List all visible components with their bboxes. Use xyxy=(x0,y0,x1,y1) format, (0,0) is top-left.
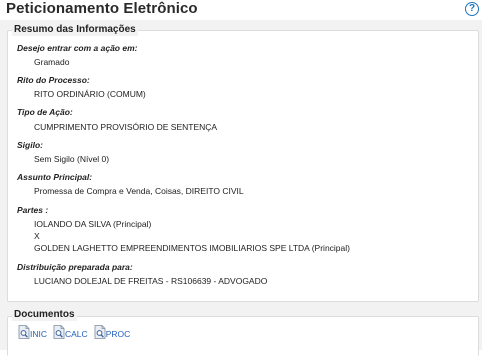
main-area: Resumo das Informações Desejo entrar com… xyxy=(0,20,482,356)
field-label-assunto: Assunto Principal: xyxy=(17,172,93,182)
document-link-inic[interactable]: INIC xyxy=(18,325,47,339)
documents-legend: Documentos xyxy=(12,309,77,321)
field-label-sigilo: Sigilo: xyxy=(17,140,43,150)
document-label-inic: INIC xyxy=(30,329,47,339)
summary-legend: Resumo das Informações xyxy=(12,24,138,36)
field-value-distribuicao: LUCIANO DOLEJAL DE FREITAS - RS106639 - … xyxy=(34,276,268,286)
field-value-parte-reu: GOLDEN LAGHETTO EMPREENDIMENTOS IMOBILIA… xyxy=(34,243,350,253)
field-value-tipo-acao: CUMPRIMENTO PROVISÓRIO DE SENTENÇA xyxy=(34,122,218,132)
field-label-rito: Rito do Processo: xyxy=(17,75,90,85)
field-value-partes-separator: X xyxy=(34,231,40,241)
document-link-proc[interactable]: PROC xyxy=(94,325,131,339)
field-label-distribuicao: Distribuição preparada para: xyxy=(17,262,133,272)
document-search-icon xyxy=(18,325,30,339)
field-value-rito: RITO ORDINÁRIO (COMUM) xyxy=(34,89,146,99)
field-label-comarca: Desejo entrar com a ação em: xyxy=(17,43,138,53)
field-value-assunto: Promessa de Compra e Venda, Coisas, DIRE… xyxy=(34,186,244,196)
document-search-icon xyxy=(53,325,65,339)
document-label-proc: PROC xyxy=(105,329,131,339)
field-label-partes: Partes : xyxy=(17,205,49,215)
summary-fieldset: Resumo das Informações Desejo entrar com… xyxy=(7,24,479,302)
document-search-icon xyxy=(94,325,106,339)
field-label-tipo-acao: Tipo de Ação: xyxy=(17,107,73,117)
documents-list: INIC CALC PROC xyxy=(18,325,130,339)
document-label-calc: CALC xyxy=(65,329,88,339)
field-value-sigilo: Sem Sigilo (Nível 0) xyxy=(34,154,110,164)
page-header: Peticionamento Eletrônico ? xyxy=(0,0,482,20)
help-icon[interactable]: ? xyxy=(465,2,479,16)
field-value-parte-autor: IOLANDO DA SILVA (Principal) xyxy=(34,219,152,229)
field-value-comarca: Gramado xyxy=(34,57,70,67)
document-link-calc[interactable]: CALC xyxy=(53,325,88,339)
documents-fieldset: Documentos INIC CALC PROC xyxy=(7,309,479,356)
page-title: Peticionamento Eletrônico xyxy=(6,0,198,17)
